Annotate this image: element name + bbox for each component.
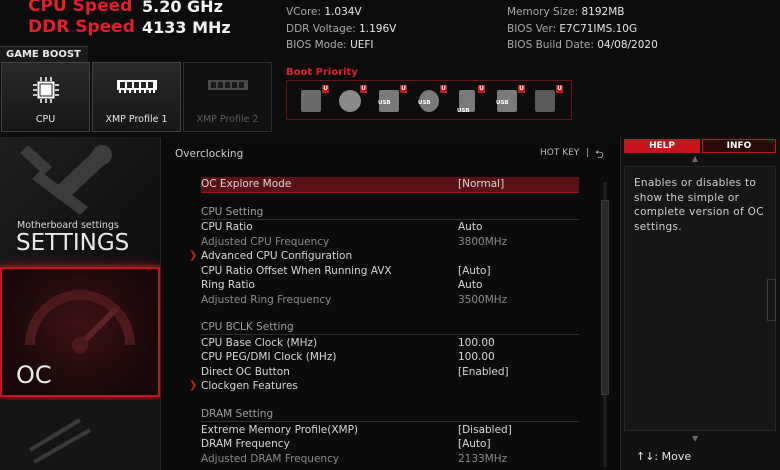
gauge-icon — [25, 290, 135, 353]
help-text: Enables or disables to show the simple o… — [634, 177, 764, 233]
cpu-icon — [32, 77, 59, 103]
tab-info[interactable]: INFO — [702, 139, 776, 153]
game-boost-xmp1-label: XMP Profile 1 — [105, 114, 168, 125]
setting-adjusted-dram-frequency: Adjusted DRAM Frequency 2133MHz — [201, 452, 508, 465]
game-boost-xmp1-button[interactable]: XMP Profile 1 — [92, 62, 181, 132]
usb-disc-icon[interactable]: USB U — [418, 85, 447, 114]
oc-title: OC — [16, 361, 52, 389]
setting-cpu-ratio-offset-avx[interactable]: CPU Ratio Offset When Running AVX [Auto] — [201, 264, 579, 279]
page-title: Overclocking — [175, 148, 244, 160]
back-icon[interactable]: ⮌ — [595, 146, 604, 165]
setting-cpu-ratio[interactable]: CPU Ratio Auto — [201, 220, 579, 235]
settings-title: SETTINGS — [16, 230, 130, 256]
info-row: DDR Voltage: 1.196V — [286, 22, 397, 35]
setting-clockgen-features[interactable]: ❯ Clockgen Features — [189, 379, 579, 394]
usb-key-icon[interactable]: USB U — [457, 85, 485, 114]
boot-priority-bar: U U USB U USB U USB U USB U U — [286, 80, 572, 120]
info-row: VCore: 1.034V — [286, 6, 362, 18]
game-boost-label: GAME BOOST — [0, 46, 88, 63]
setting-oc-explore-mode[interactable]: OC Explore Mode [Normal] — [201, 177, 579, 193]
section-dram-setting: DRAM Setting — [201, 408, 274, 420]
info-row: BIOS Ver: E7C71IMS.10G — [507, 22, 638, 35]
setting-adjusted-ring-frequency: Adjusted Ring Frequency 3500MHz — [201, 293, 508, 306]
setting-adjusted-cpu-frequency: Adjusted CPU Frequency 3800MHz — [201, 235, 508, 248]
hdd-icon[interactable]: U — [301, 85, 329, 114]
game-boost-xmp2-button[interactable]: XMP Profile 2 — [183, 62, 272, 132]
section-cpu-setting: CPU Setting — [201, 206, 264, 218]
sidebar-settings[interactable]: Motherboard settings SETTINGS — [0, 137, 160, 266]
usb-floppy-icon[interactable]: USB U — [496, 85, 525, 114]
info-row: BIOS Mode: UEFI — [286, 39, 374, 51]
ram-icon — [116, 80, 157, 93]
system-info-left: VCore: 1.034V DDR Voltage: 1.196V BIOS M… — [286, 4, 396, 54]
usb-drive-icon[interactable]: USB U — [378, 85, 407, 114]
system-info-right: Memory Size: 8192MB BIOS Ver: E7C71IMS.1… — [507, 4, 658, 54]
setting-ring-ratio[interactable]: Ring Ratio Auto — [201, 278, 579, 293]
submenu-arrow-icon: ❯ — [189, 250, 198, 261]
game-boost-cpu-label: CPU — [35, 114, 56, 125]
ddr-speed-label: DDR Speed — [28, 17, 135, 37]
section-cpu-bclk-setting: CPU BCLK Setting — [201, 321, 294, 333]
network-icon[interactable]: U — [535, 85, 563, 114]
setting-advanced-cpu-configuration[interactable]: ❯ Advanced CPU Configuration — [189, 249, 579, 264]
scroll-down-icon[interactable]: ▼ — [692, 434, 698, 443]
info-row: Memory Size: 8192MB — [507, 6, 625, 18]
hotkey-button[interactable]: HOT KEY | — [540, 148, 589, 158]
ram-icon — [207, 80, 248, 90]
cpu-speed-value: 5.20 GHz — [142, 0, 223, 16]
setting-direct-oc-button[interactable]: Direct OC Button [Enabled] — [201, 365, 579, 380]
help-resize-handle[interactable] — [767, 279, 776, 321]
scrollbar-thumb[interactable] — [601, 200, 609, 395]
ddr-speed-value: 4133 MHz — [142, 18, 231, 37]
tools-icon — [20, 145, 112, 215]
setting-dram-frequency[interactable]: DRAM Frequency [Auto] — [201, 437, 579, 452]
sidebar-mflash[interactable] — [0, 400, 160, 470]
sidebar-oc[interactable]: OC — [0, 267, 160, 397]
optical-disc-icon[interactable]: U — [339, 85, 367, 114]
submenu-arrow-icon: ❯ — [189, 380, 198, 391]
info-row: BIOS Build Date: 04/08/2020 — [507, 39, 658, 51]
flash-icon — [28, 418, 91, 464]
scroll-up-icon[interactable]: ▲ — [692, 154, 698, 163]
game-boost-xmp2-label: XMP Profile 2 — [196, 114, 259, 125]
game-boost-cpu-button[interactable]: CPU — [1, 62, 90, 132]
boot-priority-title: Boot Priority — [286, 67, 358, 78]
tab-help[interactable]: HELP — [624, 139, 700, 153]
setting-cpu-peg-dmi-clock[interactable]: CPU PEG/DMI Clock (MHz) 100.00 — [201, 350, 579, 365]
key-hint: ↑↓: Move — [636, 450, 692, 463]
setting-cpu-base-clock[interactable]: CPU Base Clock (MHz) 100.00 — [201, 336, 579, 351]
setting-xmp[interactable]: Extreme Memory Profile(XMP) [Disabled] — [201, 423, 579, 438]
cpu-speed-label: CPU Speed — [28, 0, 133, 16]
